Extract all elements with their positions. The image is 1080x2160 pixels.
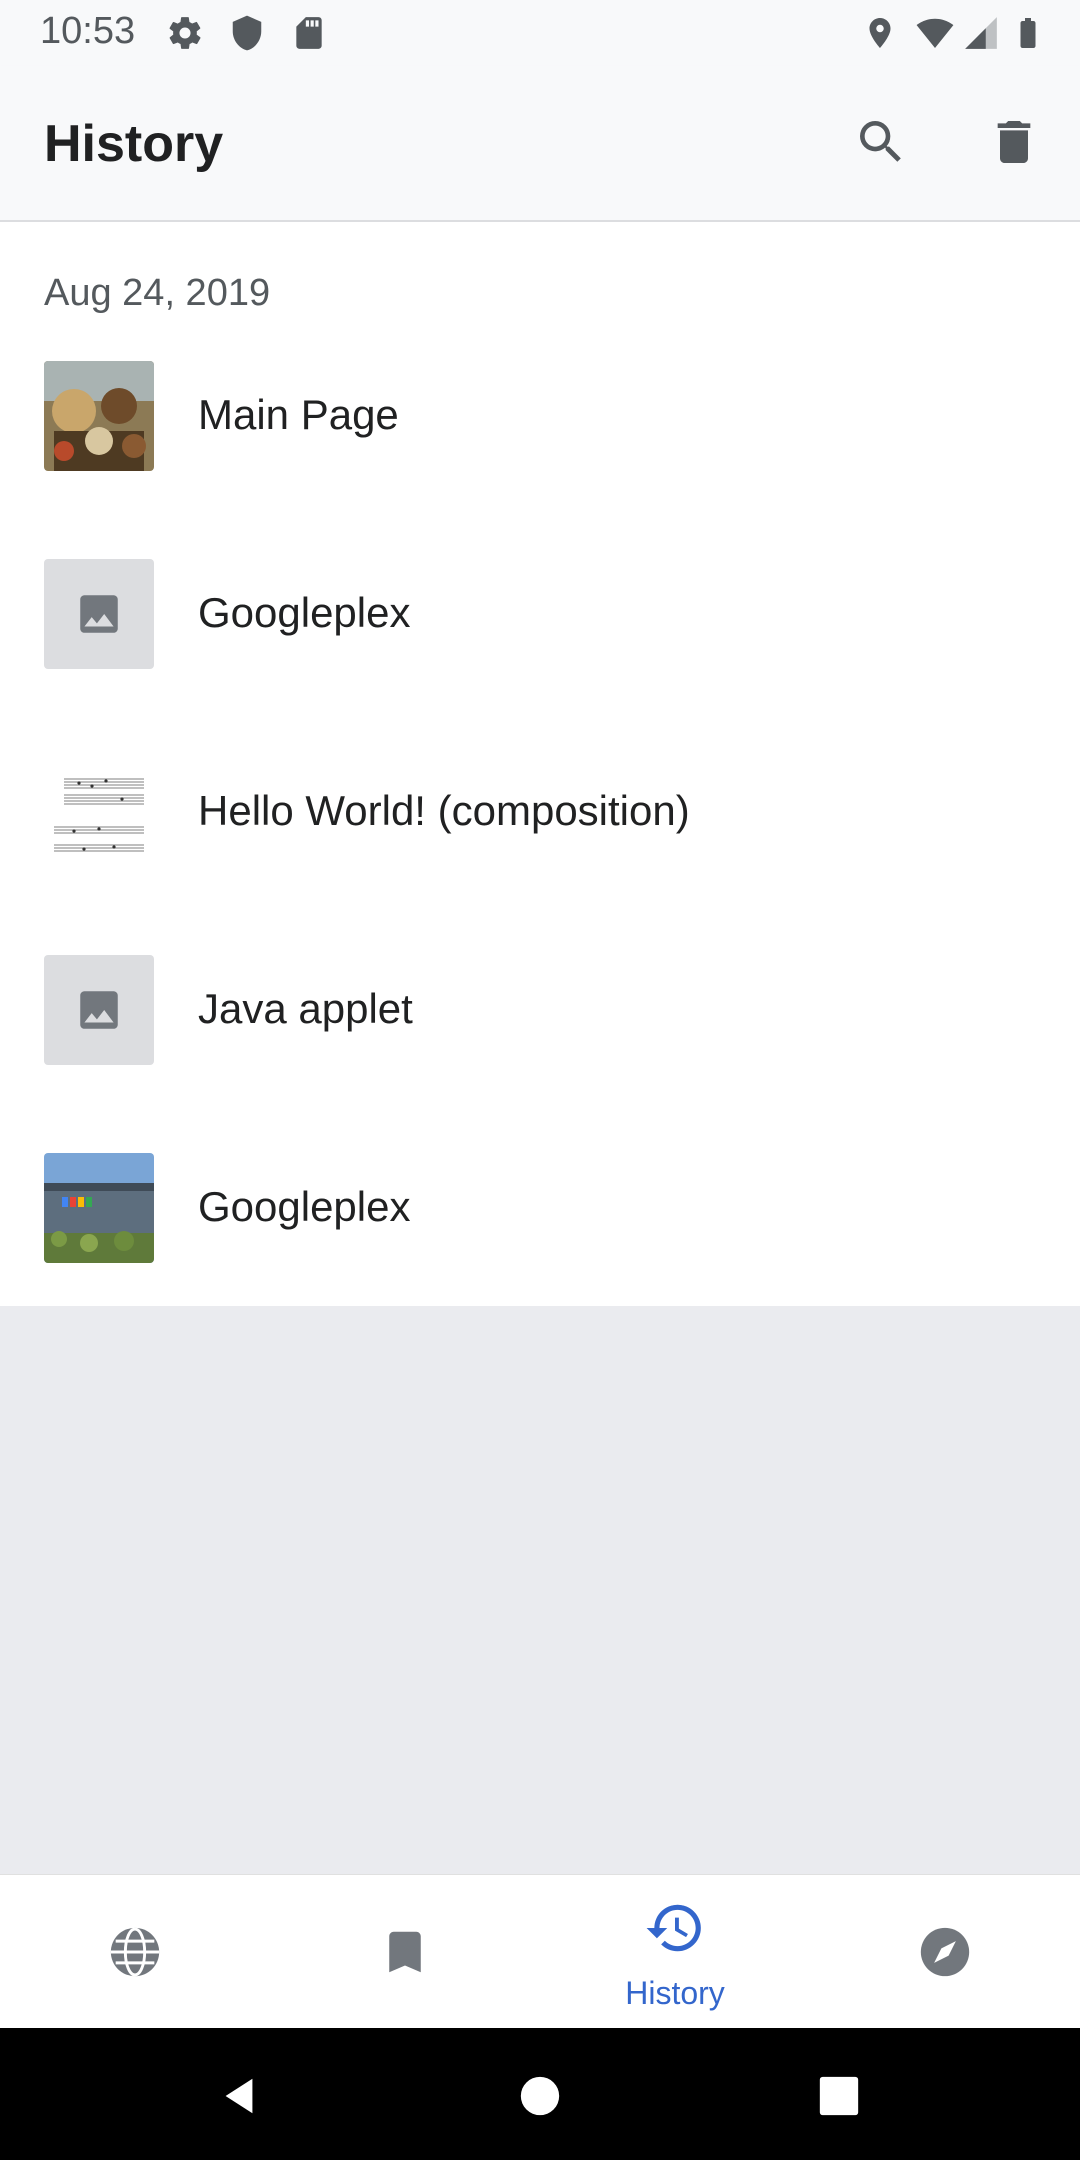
history-item[interactable]: Main Page: [0, 361, 1080, 559]
nav-nearby[interactable]: [810, 1875, 1080, 2029]
history-item[interactable]: Googleplex: [0, 1153, 1080, 1351]
bookmark-icon: [378, 1925, 432, 1984]
image-placeholder-icon: [44, 955, 154, 1065]
bottom-navigation: History: [0, 1874, 1080, 2029]
recents-icon[interactable]: [816, 2073, 862, 2124]
delete-icon: [986, 114, 1042, 175]
history-item[interactable]: Java applet: [0, 955, 1080, 1153]
back-icon[interactable]: [216, 2073, 262, 2124]
search-button[interactable]: [845, 108, 917, 180]
nav-explore[interactable]: [0, 1875, 270, 2029]
history-list: Aug 24, 2019 Main Page Googleplex Hello …: [0, 222, 1080, 1306]
clear-history-button[interactable]: [978, 108, 1050, 180]
history-item-title: Googleplex: [198, 589, 411, 636]
nav-history-label: History: [625, 1975, 725, 2011]
history-item[interactable]: Googleplex: [0, 559, 1080, 757]
compass-icon: [916, 1923, 974, 1986]
sd-card-icon: [290, 14, 328, 57]
battery-icon: [1010, 14, 1046, 57]
nav-history[interactable]: History: [540, 1875, 810, 2029]
thumbnail-painting: [44, 361, 154, 471]
history-item-title: Googleplex: [198, 1183, 411, 1230]
thumbnail-sheet-music: [44, 757, 154, 867]
globe-icon: [106, 1923, 164, 1986]
system-navigation-bar: [0, 2028, 1080, 2160]
image-placeholder-icon: [44, 559, 154, 669]
location-icon: [862, 14, 898, 57]
nav-saved[interactable]: [270, 1875, 540, 2029]
date-header: Aug 24, 2019: [44, 272, 271, 314]
history-item[interactable]: Hello World! (composition): [0, 757, 1080, 955]
history-item-title: Java applet: [198, 985, 413, 1032]
app-bar: History: [0, 66, 1080, 222]
wifi-icon: [912, 14, 958, 57]
thumbnail-building-photo: [44, 1153, 154, 1263]
history-icon: [644, 1897, 706, 1964]
signal-icon: [962, 14, 1000, 57]
status-bar: 10:53: [0, 0, 1080, 66]
settings-icon: [166, 14, 204, 57]
page-title: History: [44, 115, 224, 173]
history-item-title: Main Page: [198, 391, 399, 438]
history-item-title: Hello World! (composition): [198, 787, 690, 834]
search-icon: [853, 114, 909, 175]
home-icon[interactable]: [517, 2073, 563, 2124]
status-time: 10:53: [40, 10, 136, 52]
shield-icon: [228, 14, 266, 57]
